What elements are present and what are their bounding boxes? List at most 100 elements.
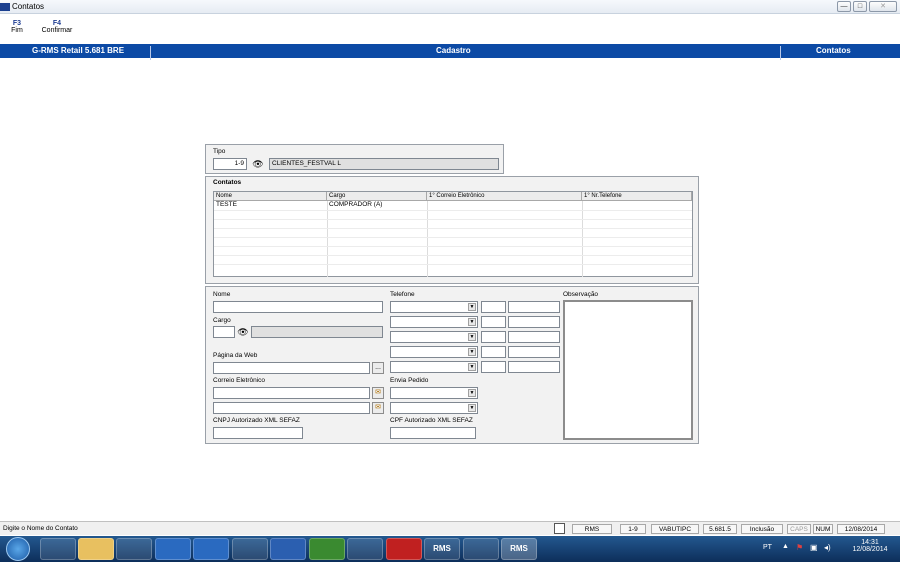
- word-icon[interactable]: [270, 538, 306, 560]
- chevron-down-icon: ▼: [468, 303, 476, 311]
- acrobat-icon[interactable]: [386, 538, 422, 560]
- observacao-textarea[interactable]: [563, 300, 693, 440]
- correio-label: Correio Eletrônico: [213, 377, 266, 384]
- minimize-button[interactable]: —: [837, 1, 851, 12]
- meeting-icon[interactable]: [232, 538, 268, 560]
- fkey-f3-button[interactable]: F3 Fim: [6, 20, 28, 34]
- nome-label: Nome: [213, 291, 231, 298]
- telefone-type-select-2[interactable]: ▼: [390, 316, 478, 328]
- grid-line: [582, 201, 583, 277]
- status-bar: Digite o Nome do Contato RMS 1-9 VABUTIP…: [0, 521, 900, 535]
- internet-explorer-icon[interactable]: [40, 538, 76, 560]
- network-tray-icon[interactable]: ▣: [810, 543, 818, 552]
- chevron-down-icon: ▼: [468, 389, 476, 397]
- telefone-number-input-1[interactable]: [508, 301, 560, 313]
- column-header-nome[interactable]: Nome: [214, 192, 327, 201]
- fkey-f3-key: F3: [12, 20, 22, 27]
- cpf-input[interactable]: [390, 427, 476, 439]
- grid-line: [214, 210, 692, 211]
- envia-pedido-label: Envia Pedido: [390, 377, 429, 384]
- tipo-panel: Tipo 1-9 👁 CLIENTES_FESTVAL L: [205, 144, 504, 174]
- telefone-ddd-input-5[interactable]: [481, 361, 506, 373]
- fkey-f4-button[interactable]: F4 Confirmar: [38, 20, 76, 34]
- cell-cargo: COMPRADOR (A): [329, 201, 383, 208]
- flag-icon[interactable]: ⚑: [796, 543, 803, 552]
- status-mode: Inclusão: [741, 524, 783, 534]
- chevron-down-icon: ▼: [468, 348, 476, 356]
- telefone-number-input-4[interactable]: [508, 346, 560, 358]
- grid-line: [214, 264, 692, 265]
- outlook-icon[interactable]: [155, 538, 191, 560]
- column-header-email[interactable]: 1° Correio Eletrônico: [427, 192, 582, 201]
- chevron-down-icon: ▼: [468, 404, 476, 412]
- column-header-telefone[interactable]: 1° Nr.Telefone: [582, 192, 692, 201]
- cnpj-label: CNPJ Autorizado XML SEFAZ: [213, 417, 300, 424]
- maximize-button[interactable]: □: [853, 1, 867, 12]
- tipo-code-input[interactable]: 1-9: [213, 158, 247, 170]
- status-date: 12/08/2014: [837, 524, 885, 534]
- start-button[interactable]: [6, 537, 30, 561]
- cargo-code-input[interactable]: [213, 326, 235, 338]
- language-indicator[interactable]: PT: [763, 544, 772, 551]
- telefone-ddd-input-3[interactable]: [481, 331, 506, 343]
- telefone-ddd-input-1[interactable]: [481, 301, 506, 313]
- email-icon[interactable]: ✉: [372, 387, 384, 399]
- column-header-cargo[interactable]: Cargo: [327, 192, 427, 201]
- close-button[interactable]: ✕: [869, 1, 897, 12]
- contatos-label: Contatos: [213, 179, 242, 186]
- status-version: 5.681.5: [703, 524, 737, 534]
- header-screen: Contatos: [816, 46, 851, 55]
- lync-icon[interactable]: [193, 538, 229, 560]
- email-icon[interactable]: ✉: [372, 402, 384, 414]
- header-separator: [780, 46, 781, 60]
- telefone-ddd-input-4[interactable]: [481, 346, 506, 358]
- chevron-down-icon: ▼: [468, 363, 476, 371]
- cnpj-input[interactable]: [213, 427, 303, 439]
- telefone-number-input-2[interactable]: [508, 316, 560, 328]
- header-bar: G-RMS Retail 5.681 BRE Cadastro Contatos: [0, 44, 900, 60]
- correio-input-1[interactable]: [213, 387, 370, 399]
- volume-icon[interactable]: ◂): [824, 543, 831, 552]
- table-row[interactable]: TESTE COMPRADOR (A): [214, 201, 692, 210]
- clock[interactable]: 14:31 12/08/2014: [850, 539, 890, 553]
- cargo-label: Cargo: [213, 317, 231, 324]
- telefone-type-select-3[interactable]: ▼: [390, 331, 478, 343]
- browse-button[interactable]: ...: [372, 362, 384, 374]
- binoculars-icon[interactable]: 👁: [248, 158, 268, 170]
- telefone-type-select-4[interactable]: ▼: [390, 346, 478, 358]
- fkey-f3-label: Fim: [11, 27, 23, 34]
- envia-pedido-select-2[interactable]: ▼: [390, 402, 478, 414]
- rms-active-app-icon[interactable]: RMS: [501, 538, 537, 560]
- telefone-number-input-5[interactable]: [508, 361, 560, 373]
- grid-line: [214, 219, 692, 220]
- correio-input-2[interactable]: [213, 402, 370, 414]
- rms-app-icon[interactable]: RMS: [424, 538, 460, 560]
- binoculars-icon[interactable]: 👁: [236, 326, 250, 338]
- document-icon: [554, 523, 565, 534]
- taskbar: RMS RMS PT ▲ ⚑ ▣ ◂) 14:31 12/08/2014: [0, 536, 900, 562]
- database-icon[interactable]: [309, 538, 345, 560]
- pagina-web-label: Página da Web: [213, 352, 258, 359]
- window-icon[interactable]: [463, 538, 499, 560]
- clock-date: 12/08/2014: [852, 546, 888, 553]
- cargo-description: [251, 326, 383, 338]
- fkey-f4-key: F4: [52, 20, 62, 27]
- grid-line: [214, 246, 692, 247]
- telefone-type-select-5[interactable]: ▼: [390, 361, 478, 373]
- media-player-icon[interactable]: [116, 538, 152, 560]
- nome-input[interactable]: [213, 301, 383, 313]
- app-icon: [0, 3, 10, 11]
- telefone-ddd-input-2[interactable]: [481, 316, 506, 328]
- grid-line: [214, 255, 692, 256]
- envia-pedido-select-1[interactable]: ▼: [390, 387, 478, 399]
- pagina-web-input[interactable]: [213, 362, 370, 374]
- file-explorer-icon[interactable]: [78, 538, 114, 560]
- window-title: Contatos: [12, 2, 45, 11]
- telefone-type-select-1[interactable]: ▼: [390, 301, 478, 313]
- status-app: RMS: [572, 524, 612, 534]
- tray-expand-icon[interactable]: ▲: [782, 543, 789, 550]
- header-section: Cadastro: [436, 46, 471, 55]
- network-icon[interactable]: [347, 538, 383, 560]
- telefone-number-input-3[interactable]: [508, 331, 560, 343]
- grid-line: [214, 228, 692, 229]
